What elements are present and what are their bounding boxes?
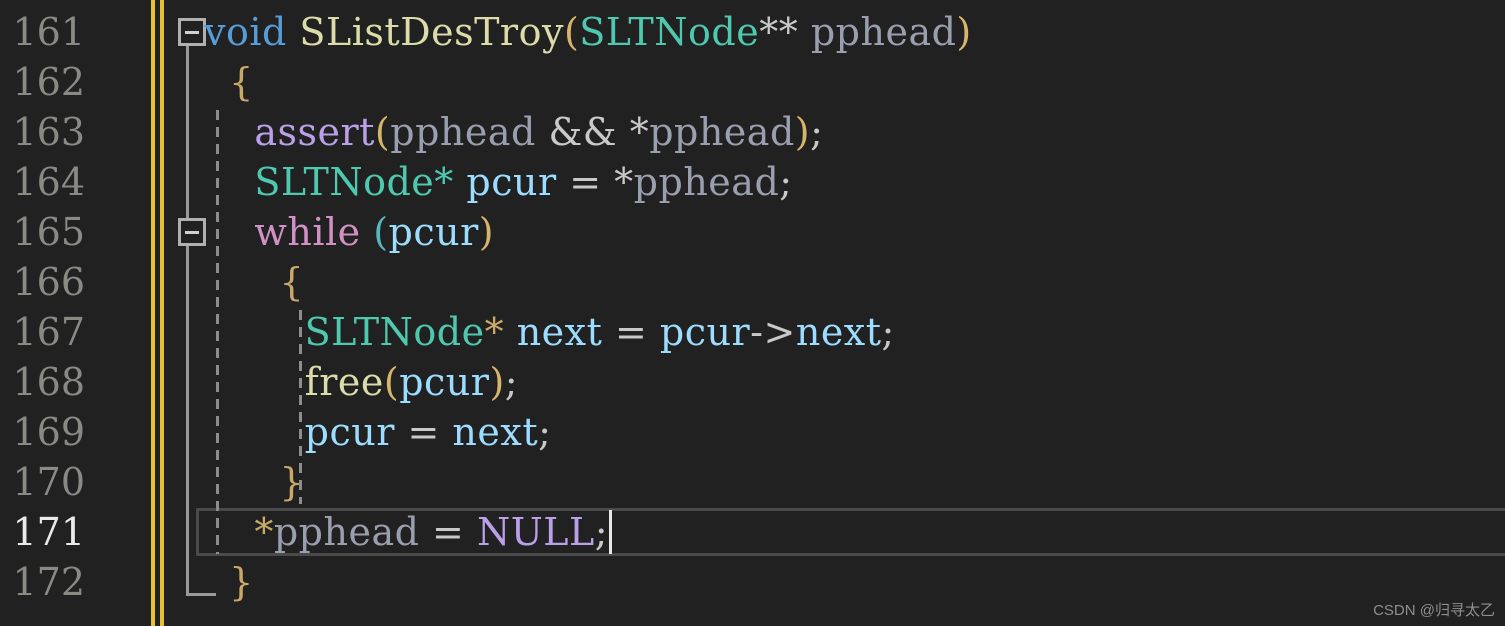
token-brace: *: [484, 310, 505, 354]
token-control: while: [254, 210, 361, 254]
token-op: *: [614, 160, 634, 204]
code-line-166[interactable]: {: [204, 257, 304, 307]
code-line-172[interactable]: }: [204, 557, 254, 607]
code-line-162[interactable]: {: [204, 57, 254, 107]
token-br1: (: [374, 110, 391, 154]
token-br1: ): [489, 360, 505, 404]
token-br1: ): [794, 110, 811, 154]
code-line-165[interactable]: while (pcur): [204, 207, 494, 257]
token-brace: }: [279, 460, 305, 504]
code-line-164[interactable]: SLTNode* pcur = *pphead;: [204, 157, 793, 207]
token-op: ;: [881, 310, 895, 354]
token-op: ;: [538, 410, 552, 454]
token-brace: *: [254, 510, 274, 554]
code-line-169[interactable]: pcur = next;: [204, 407, 551, 457]
token-brace: {: [229, 60, 254, 104]
token-op: &&: [548, 110, 618, 154]
code-line-170[interactable]: }: [204, 457, 304, 507]
token-var: next: [452, 410, 539, 454]
token-param: pphead: [273, 510, 420, 554]
code-line-171[interactable]: *pphead = NULL;: [204, 507, 608, 557]
token-type: SLTNode: [254, 160, 435, 204]
token-op: ->: [750, 310, 796, 354]
token-var: pcur: [388, 210, 479, 254]
token-var: pcur: [304, 410, 395, 454]
token-br1: (: [383, 360, 400, 404]
token-br1: (: [563, 10, 580, 54]
token-var: pcur: [659, 310, 751, 354]
token-op: =: [407, 410, 440, 454]
token-op: =: [569, 160, 602, 204]
token-param: pphead: [810, 10, 957, 54]
watermark: CSDN @归寻太乙: [1373, 602, 1495, 619]
token-br2: (: [373, 210, 389, 254]
code-line-168[interactable]: free(pcur);: [204, 357, 518, 407]
token-type: *: [434, 160, 454, 204]
token-var: next: [516, 310, 603, 354]
token-op: ;: [810, 110, 824, 154]
code-editor[interactable]: 161 162 163 164 165 166 167 168 169 170 171 172 voi…: [0, 0, 1505, 626]
token-brace: {: [279, 260, 305, 304]
token-param: pphead: [649, 110, 795, 154]
token-func: SListDesTroy: [299, 10, 564, 54]
token-macro: assert: [254, 110, 375, 154]
token-op: =: [432, 510, 465, 554]
code-content[interactable]: void SListDesTroy(SLTNode** pphead) { as…: [0, 0, 1505, 626]
code-line-163[interactable]: assert(pphead && *pphead);: [204, 107, 823, 157]
token-param: pphead: [633, 160, 780, 204]
token-func: free: [304, 360, 384, 404]
token-type: SLTNode: [579, 10, 760, 54]
token-brace: }: [229, 560, 254, 604]
token-var: pcur: [466, 160, 557, 204]
token-op: ;: [779, 160, 793, 204]
token-type: SLTNode: [304, 310, 485, 354]
token-member: next: [795, 310, 882, 354]
token-br1: ): [956, 10, 972, 54]
token-op: *: [629, 110, 650, 154]
token-param: pphead: [390, 110, 536, 154]
token-macro: NULL: [476, 510, 595, 554]
token-var: pcur: [399, 360, 490, 404]
token-op: ;: [594, 510, 609, 554]
token-op: =: [614, 310, 648, 354]
token-keyword: void: [204, 10, 287, 54]
token-op: **: [759, 10, 799, 54]
code-line-167[interactable]: SLTNode* next = pcur->next;: [204, 307, 895, 357]
token-br1: ): [478, 210, 495, 254]
code-line-161[interactable]: void SListDesTroy(SLTNode** pphead): [204, 7, 972, 57]
token-op: ;: [504, 360, 519, 404]
text-caret: [609, 510, 612, 554]
